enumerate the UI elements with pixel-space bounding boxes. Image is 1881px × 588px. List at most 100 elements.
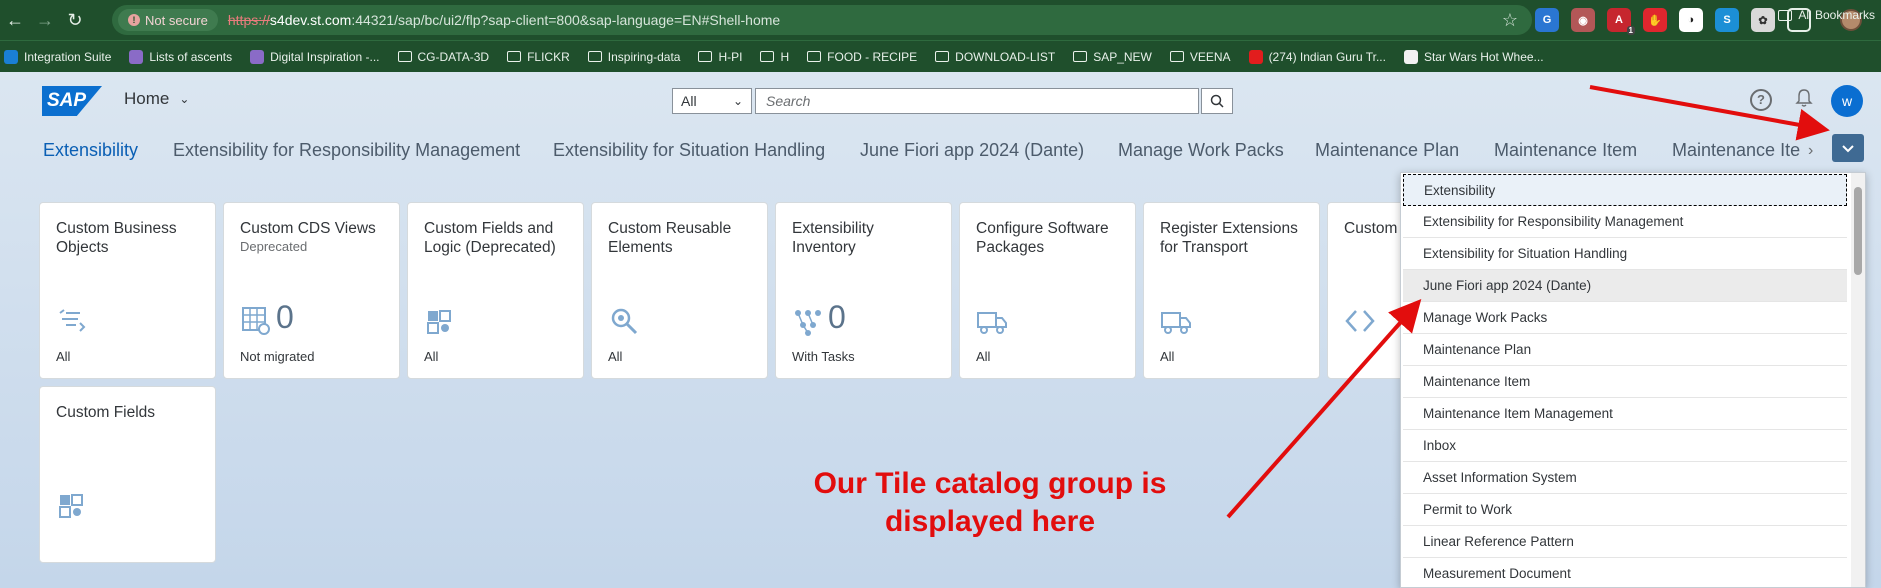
- bookmark-item[interactable]: CG-DATA-3D: [397, 50, 489, 64]
- tab-extensibility-for-responsibility-management[interactable]: Extensibility for Responsibility Managem…: [173, 140, 520, 161]
- tile-footer: Not migrated: [240, 349, 315, 364]
- tile-configure-software-packages[interactable]: Configure Software Packages All: [959, 202, 1136, 379]
- youtube-icon: [1248, 49, 1263, 64]
- security-chip[interactable]: ! Not secure: [118, 9, 218, 31]
- sap-logo[interactable]: SAP: [42, 86, 102, 116]
- tile-title: Custom Fields: [56, 404, 156, 421]
- tabs-overflow-button[interactable]: [1832, 134, 1864, 162]
- extension-icon[interactable]: S: [1715, 8, 1739, 32]
- tile-custom-cds-views[interactable]: Custom CDS Views Deprecated 0 Not migrated: [223, 202, 400, 379]
- dropdown-scrollbar[interactable]: [1851, 173, 1865, 587]
- search-icon: [1210, 94, 1224, 108]
- tab-extensibility[interactable]: Extensibility: [43, 140, 138, 161]
- group-tabs: Extensibility Extensibility for Responsib…: [0, 128, 1881, 172]
- network-icon: [792, 305, 824, 337]
- search-gear-icon: [608, 305, 640, 337]
- tab-extensibility-for-situation-handling[interactable]: Extensibility for Situation Handling: [553, 140, 825, 161]
- bookmark-label: (274) Indian Guru Tr...: [1268, 49, 1386, 64]
- bookmark-item[interactable]: FLICKR: [507, 50, 570, 64]
- extension-icon[interactable]: ◑: [1679, 8, 1703, 32]
- folder-icon: [935, 51, 950, 62]
- dropdown-item[interactable]: Extensibility: [1403, 174, 1847, 206]
- dropdown-item[interactable]: Permit to Work: [1403, 494, 1847, 526]
- extension-icon[interactable]: A1: [1607, 8, 1635, 35]
- url-protocol: https://: [227, 12, 270, 28]
- bookmark-item[interactable]: (274) Indian Guru Tr...: [1248, 49, 1386, 64]
- tile-custom-fields[interactable]: Custom Fields: [39, 386, 216, 563]
- search-button[interactable]: [1201, 88, 1233, 114]
- extension-icon[interactable]: ✿: [1751, 8, 1775, 32]
- help-icon[interactable]: ?: [1750, 89, 1772, 111]
- bookmark-item[interactable]: H: [760, 50, 789, 64]
- dropdown-item[interactable]: Maintenance Item: [1403, 366, 1847, 398]
- dropdown-item[interactable]: Inbox: [1403, 430, 1847, 462]
- tab-manage-work-packs[interactable]: Manage Work Packs: [1118, 140, 1284, 161]
- tile-custom-fields-and-logic-deprecated[interactable]: Custom Fields and Logic (Deprecated) All: [407, 202, 584, 379]
- bookmark-item[interactable]: Inspiring-data: [587, 50, 680, 64]
- scrollbar-thumb[interactable]: [1854, 187, 1862, 275]
- dropdown-item[interactable]: Maintenance Plan: [1403, 334, 1847, 366]
- tile-extensibility-inventory[interactable]: Extensibility Inventory 0 With Tasks: [775, 202, 952, 379]
- annotation-line-1: Our Tile catalog group is: [813, 467, 1167, 500]
- forward-arrow-icon[interactable]: →: [30, 5, 60, 35]
- bookmark-item[interactable]: VEENA: [1169, 49, 1231, 64]
- reload-icon[interactable]: ↻: [60, 5, 90, 35]
- tile-register-extensions-for-transport[interactable]: Register Extensions for Transport All: [1143, 202, 1320, 379]
- back-arrow-icon[interactable]: ←: [0, 5, 30, 35]
- sap-favicon: [4, 49, 18, 64]
- shell-bar: SAP Home ⌄ All ⌄ Search ? w: [0, 72, 1881, 128]
- tab-maintenance-ite[interactable]: Maintenance Ite: [1672, 140, 1800, 161]
- bookmark-label: DOWNLOAD-LIST: [955, 49, 1056, 64]
- extensions-tray: G ◉ A1 ✋ ◑ S ✿: [1535, 8, 1811, 35]
- dropdown-item[interactable]: Extensibility for Situation Handling: [1403, 238, 1847, 270]
- bookmark-star-icon[interactable]: ☆: [1502, 10, 1518, 31]
- bookmark-item[interactable]: Star Wars Hot Whee...: [1403, 49, 1544, 64]
- user-avatar[interactable]: w: [1831, 85, 1863, 117]
- url-text[interactable]: https://s4dev.st.com:44321/sap/bc/ui2/fl…: [228, 12, 780, 28]
- dropdown-item[interactable]: Asset Information System: [1403, 462, 1847, 494]
- dropdown-item[interactable]: Maintenance Item Management: [1403, 398, 1847, 430]
- puzzle-icon: [424, 305, 456, 337]
- group-dropdown-list: Extensibility Extensibility for Responsib…: [1400, 172, 1866, 588]
- chevron-down-icon: ⌄: [732, 94, 743, 108]
- chevron-right-icon[interactable]: ›: [1808, 142, 1813, 160]
- bookmark-item[interactable]: SAP_NEW: [1073, 50, 1152, 64]
- dropdown-item[interactable]: June Fiori app 2024 (Dante): [1403, 270, 1847, 302]
- bookmark-label: Lists of ascents: [149, 49, 233, 64]
- tab-june-fiori-app-2024-dante[interactable]: June Fiori app 2024 (Dante): [860, 140, 1084, 161]
- bookmark-item[interactable]: Lists of ascents: [129, 49, 233, 64]
- extension-icon[interactable]: G: [1535, 8, 1559, 32]
- tile-title: Extensibility Inventory: [792, 220, 874, 256]
- extension-badge: 1: [1626, 26, 1635, 35]
- dropdown-item[interactable]: Extensibility for Responsibility Managem…: [1403, 206, 1847, 238]
- bookmark-label: VEENA: [1189, 49, 1231, 64]
- bookmark-label: H: [780, 49, 790, 64]
- address-bar[interactable]: ! Not secure https://s4dev.st.com:44321/…: [112, 5, 1532, 35]
- search-scope-select[interactable]: All ⌄: [672, 88, 752, 114]
- tile-footer: All: [56, 349, 71, 364]
- tab-maintenance-plan[interactable]: Maintenance Plan: [1315, 140, 1459, 161]
- notification-bell-icon[interactable]: [1792, 88, 1816, 112]
- all-bookmarks-label: All Bookmarks: [1798, 8, 1875, 22]
- dropdown-item[interactable]: Manage Work Packs: [1403, 302, 1847, 334]
- extension-icon[interactable]: ✋: [1643, 8, 1667, 32]
- bookmark-item[interactable]: DOWNLOAD-LIST: [935, 50, 1055, 64]
- extension-icon[interactable]: ◉: [1571, 8, 1595, 32]
- tab-maintenance-item[interactable]: Maintenance Item: [1494, 140, 1637, 161]
- dropdown-item[interactable]: Linear Reference Pattern: [1403, 526, 1847, 558]
- tile-custom-reusable-elements[interactable]: Custom Reusable Elements All: [591, 202, 768, 379]
- search-input[interactable]: Search: [755, 88, 1199, 114]
- search-placeholder: Search: [766, 93, 811, 109]
- bookmark-item[interactable]: Digital Inspiration -...: [250, 49, 380, 64]
- bookmark-item[interactable]: Integration Suite: [4, 49, 112, 64]
- bookmark-label: Integration Suite: [24, 49, 112, 64]
- dropdown-item[interactable]: Measurement Document: [1403, 558, 1847, 587]
- bookmark-item[interactable]: FOOD - RECIPE: [807, 50, 917, 64]
- home-menu[interactable]: Home ⌄: [124, 89, 189, 109]
- list-icon: [56, 305, 88, 337]
- bookmark-item[interactable]: H-PI: [698, 50, 742, 64]
- annotation-text: Our Tile catalog group is displayed here: [770, 465, 1210, 541]
- tile-custom-business-objects[interactable]: Custom Business Objects All: [39, 202, 216, 379]
- bookmark-label: Star Wars Hot Whee...: [1423, 49, 1544, 64]
- all-bookmarks[interactable]: All Bookmarks: [1778, 8, 1875, 22]
